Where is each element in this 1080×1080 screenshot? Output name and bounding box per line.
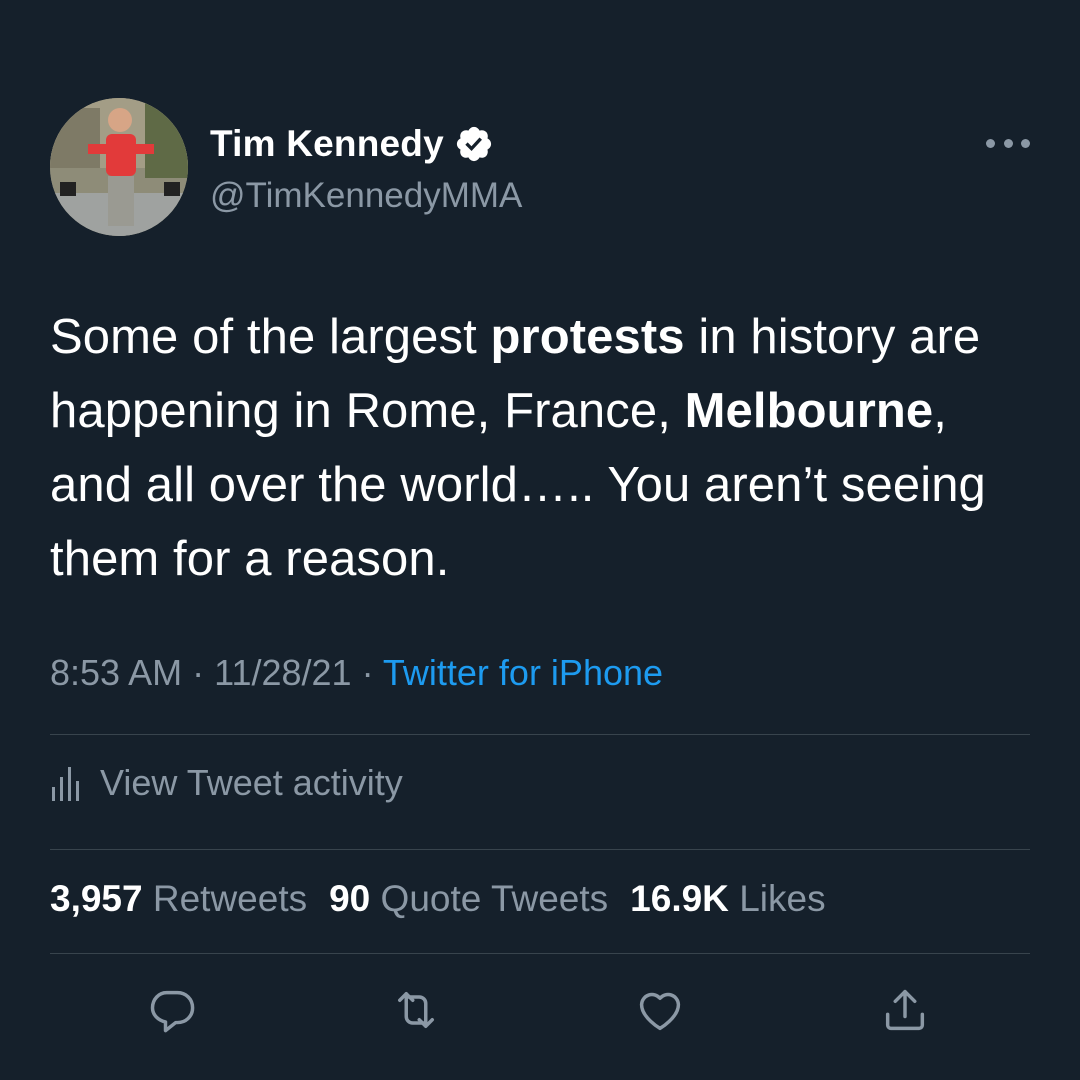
tweet-actions bbox=[0, 980, 1080, 1050]
display-name[interactable]: Tim Kennedy bbox=[210, 123, 444, 165]
retweets-stat[interactable]: 3,957 Retweets bbox=[50, 878, 307, 920]
user-handle[interactable]: @TimKennedyMMA bbox=[210, 176, 522, 216]
tweet-text: Some of the largest protests in history … bbox=[50, 300, 1035, 596]
reply-button[interactable] bbox=[142, 980, 202, 1040]
share-icon bbox=[885, 989, 925, 1031]
reply-icon bbox=[150, 990, 195, 1033]
tweet-stats: 3,957 Retweets 90 Quote Tweets 16.9K Lik… bbox=[50, 878, 848, 920]
retweets-count: 3,957 bbox=[50, 878, 143, 919]
view-tweet-activity-label: View Tweet activity bbox=[100, 762, 403, 803]
retweet-icon bbox=[398, 992, 434, 1028]
name-row: Tim Kennedy bbox=[210, 122, 522, 166]
tweet-text-segment-bold: protests bbox=[490, 310, 685, 364]
likes-label: Likes bbox=[739, 878, 826, 919]
divider bbox=[50, 849, 1030, 850]
divider bbox=[50, 734, 1030, 735]
view-tweet-activity-button[interactable]: View Tweet activity bbox=[50, 762, 403, 804]
retweet-button[interactable] bbox=[386, 980, 446, 1040]
likes-count: 16.9K bbox=[630, 878, 729, 919]
heart-icon bbox=[639, 992, 681, 1031]
tweet-text-segment-bold: Melbourne bbox=[684, 384, 934, 438]
meta-separator: · bbox=[182, 652, 215, 693]
tweet-header: Tim Kennedy @TimKennedyMMA bbox=[50, 98, 1030, 238]
tweet-meta: 8:53 AM · 11/28/21 · Twitter for iPhone bbox=[50, 652, 663, 694]
avatar[interactable] bbox=[50, 98, 188, 236]
verified-badge-icon bbox=[454, 124, 494, 164]
share-button[interactable] bbox=[875, 980, 935, 1040]
bar-chart-icon bbox=[52, 767, 79, 801]
quote-tweets-stat[interactable]: 90 Quote Tweets bbox=[329, 878, 608, 920]
tweet-time[interactable]: 8:53 AM bbox=[50, 652, 182, 693]
tweet-text-segment: Some of the largest bbox=[50, 310, 491, 364]
tweet-card: Tim Kennedy @TimKennedyMMA Some of the l… bbox=[0, 0, 1080, 1080]
likes-stat[interactable]: 16.9K Likes bbox=[630, 878, 825, 920]
avatar-image bbox=[50, 98, 188, 236]
quote-tweets-label: Quote Tweets bbox=[380, 878, 609, 919]
tweet-date[interactable]: 11/28/21 bbox=[214, 652, 351, 693]
retweets-label: Retweets bbox=[152, 878, 308, 919]
divider bbox=[50, 953, 1030, 954]
more-options-icon[interactable] bbox=[986, 128, 1030, 158]
user-info: Tim Kennedy @TimKennedyMMA bbox=[210, 122, 522, 216]
quote-tweets-count: 90 bbox=[329, 878, 371, 919]
meta-separator: · bbox=[351, 652, 383, 693]
like-button[interactable] bbox=[630, 980, 690, 1040]
tweet-source-link[interactable]: Twitter for iPhone bbox=[383, 652, 663, 693]
